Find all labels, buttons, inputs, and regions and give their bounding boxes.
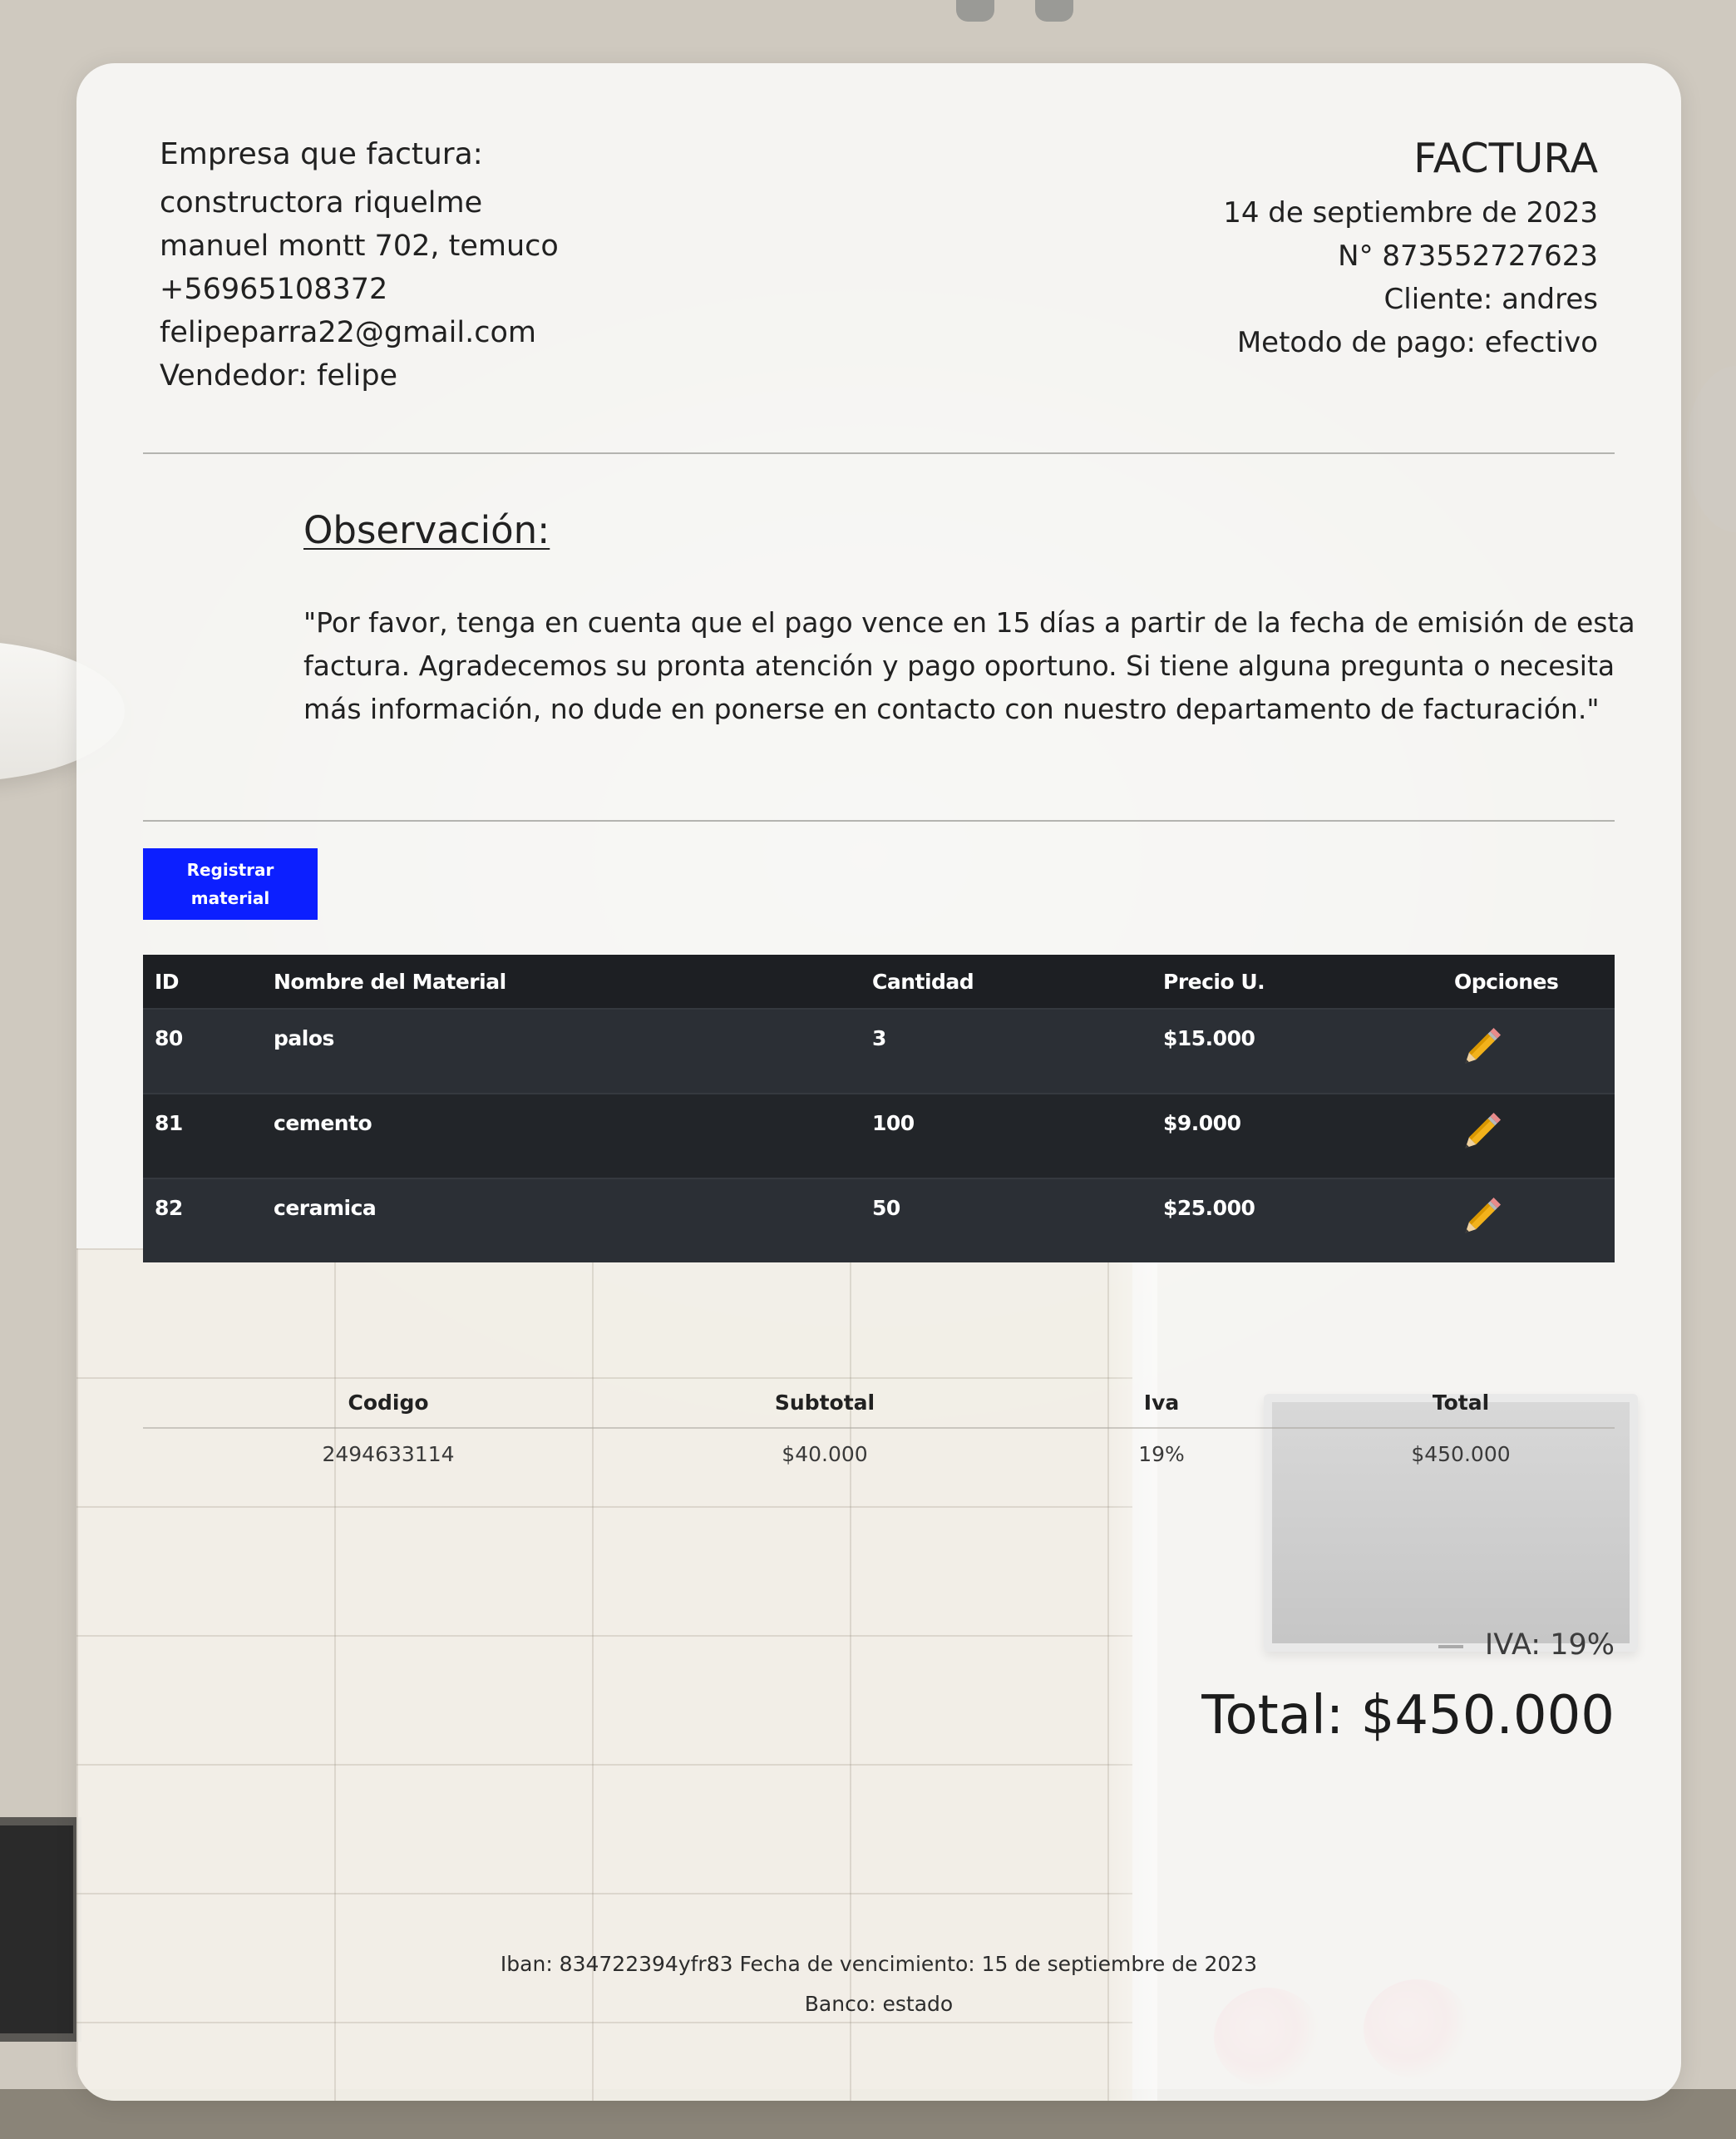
invoice-footer: Iban: 834722394yfr83 Fecha de vencimient… xyxy=(76,1944,1681,2024)
invoice-date: 14 de septiembre de 2023 xyxy=(1223,196,1598,230)
material-name: palos xyxy=(274,1026,334,1050)
sender-address: manuel montt 702, temuco xyxy=(160,230,559,263)
column-header-options: Opciones xyxy=(1443,955,1615,1009)
material-id: 82 xyxy=(155,1196,183,1220)
material-price: $9.000 xyxy=(1163,1111,1241,1135)
pencil-icon[interactable] xyxy=(1454,1191,1507,1244)
table-row: 82 ceramica 50 $25.000 xyxy=(143,1178,1615,1262)
pencil-icon[interactable] xyxy=(1454,1021,1507,1074)
materials-table: ID Nombre del Material Cantidad Precio U… xyxy=(143,955,1615,1262)
ceiling-light xyxy=(956,0,1106,25)
material-options xyxy=(1443,1178,1615,1262)
invoice-number: N° 873552727623 xyxy=(1338,240,1598,273)
sender-email: felipeparra22@gmail.com xyxy=(160,316,536,349)
material-price: $15.000 xyxy=(1163,1026,1255,1050)
invoice-meta: FACTURA 14 de septiembre de 2023 N° 8735… xyxy=(1223,130,1598,364)
pencil-icon[interactable] xyxy=(1454,1106,1507,1159)
column-header-id: ID xyxy=(143,955,262,1009)
observation-text: "Por favor, tenga en cuenta que el pago … xyxy=(303,606,1635,725)
invoice-card: Empresa que factura: constructora riquel… xyxy=(76,63,1681,2101)
totals-row: 2494633114 $40.000 19% $450.000 xyxy=(143,1429,1615,1479)
fireplace xyxy=(0,1817,81,2042)
column-header-qty: Cantidad xyxy=(861,955,1152,1009)
grand-total: Total: $450.000 xyxy=(1201,1685,1615,1746)
table-row: 80 palos 3 $15.000 xyxy=(143,1009,1615,1094)
column-header-code: Codigo xyxy=(348,1390,429,1415)
column-header-name: Nombre del Material xyxy=(262,955,861,1009)
sender-label: Empresa que factura: xyxy=(160,137,483,171)
column-header-iva: Iva xyxy=(1143,1390,1180,1415)
sender-info: Empresa que factura: constructora riquel… xyxy=(160,133,559,398)
subtotal-value: $40.000 xyxy=(782,1441,868,1466)
totals-table: Codigo Subtotal Iva Total 2494633114 $40… xyxy=(143,1377,1615,1479)
table-header-row: ID Nombre del Material Cantidad Precio U… xyxy=(143,955,1615,1009)
bank-name: Banco: estado xyxy=(804,1992,954,2016)
seller-name: Vendedor: felipe xyxy=(160,359,398,393)
material-options xyxy=(1443,1094,1615,1178)
column-header-total: Total xyxy=(1432,1390,1490,1415)
sender-company: constructora riquelme xyxy=(160,186,483,220)
material-price: $25.000 xyxy=(1163,1196,1255,1220)
total-value: $450.000 xyxy=(1411,1441,1511,1466)
material-id: 81 xyxy=(155,1111,183,1135)
invoice-code: 2494633114 xyxy=(322,1441,455,1466)
divider xyxy=(143,452,1615,454)
payment-method: Metodo de pago: efectivo xyxy=(1236,326,1598,359)
wall-lamp xyxy=(1686,366,1736,532)
material-name: ceramica xyxy=(274,1196,377,1220)
table-row: 81 cemento 100 $9.000 xyxy=(143,1094,1615,1178)
client-name: Cliente: andres xyxy=(1383,283,1598,316)
totals-header-row: Codigo Subtotal Iva Total xyxy=(143,1377,1615,1429)
column-header-subtotal: Subtotal xyxy=(774,1390,875,1415)
payment-due-info: Iban: 834722394yfr83 Fecha de vencimient… xyxy=(500,1952,1258,1976)
material-id: 80 xyxy=(155,1026,183,1050)
material-qty: 50 xyxy=(872,1196,900,1220)
observation-title: Observación: xyxy=(303,508,550,552)
material-qty: 100 xyxy=(872,1111,915,1135)
material-qty: 3 xyxy=(872,1026,886,1050)
invoice-title: FACTURA xyxy=(1413,135,1598,182)
material-name: cemento xyxy=(274,1111,372,1135)
iva-value: 19% xyxy=(1138,1441,1185,1466)
iva-summary: IVA: 19% xyxy=(1484,1628,1615,1662)
divider xyxy=(143,820,1615,822)
material-options xyxy=(1443,1009,1615,1094)
add-material-button[interactable]: Registrar material xyxy=(143,848,318,920)
sender-phone: +56965108372 xyxy=(160,273,388,306)
column-header-price: Precio U. xyxy=(1152,955,1443,1009)
